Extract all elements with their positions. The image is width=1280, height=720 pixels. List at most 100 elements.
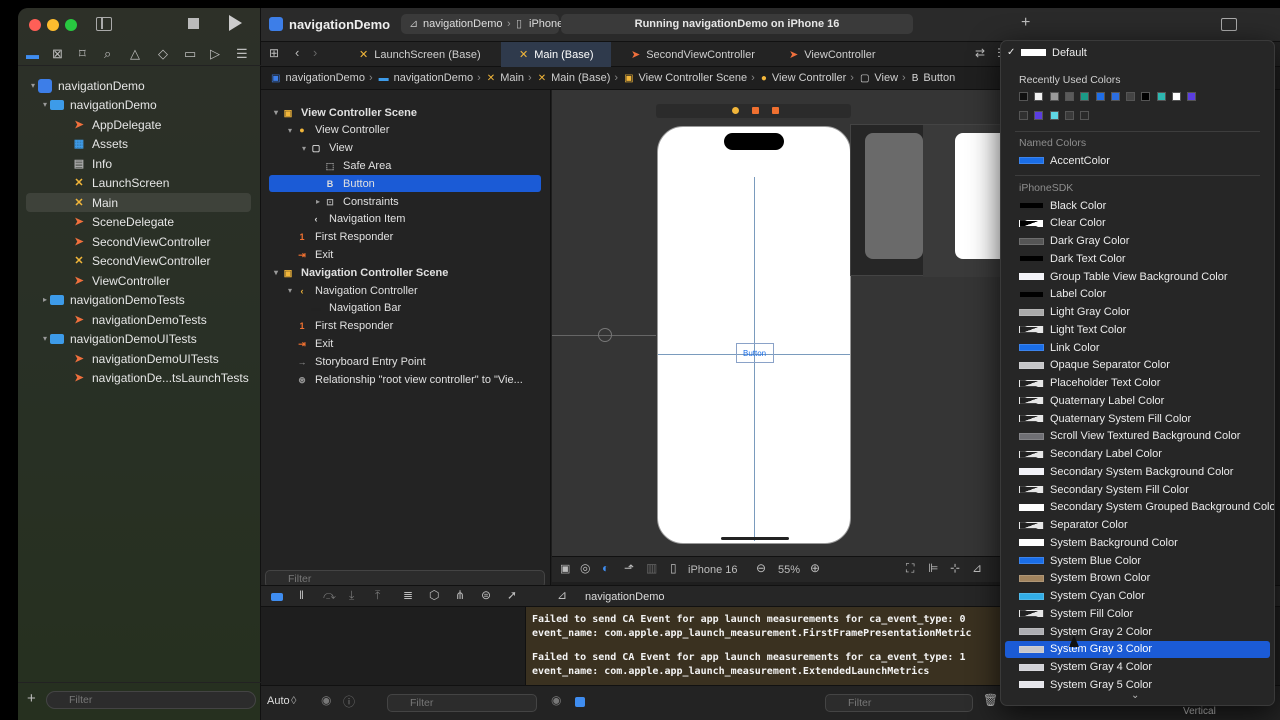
close-window-button[interactable] — [29, 19, 41, 31]
run-icon[interactable] — [229, 15, 242, 31]
navigator-item[interactable]: ▤ Info — [18, 154, 250, 173]
bookmark-icon[interactable]: ⌑ — [79, 46, 86, 62]
navigator-item[interactable]: ✕ Main — [26, 193, 251, 212]
outline-toggle-icon[interactable]: ▣ — [560, 562, 570, 575]
folder-icon[interactable]: ▬ — [26, 47, 39, 62]
jump-bar-item[interactable]: View Controller Scene — [639, 72, 748, 84]
navigator-item[interactable]: ▦ Assets — [18, 134, 250, 153]
recent-color-chip[interactable] — [1156, 92, 1166, 101]
recent-color-chip[interactable] — [1034, 111, 1044, 120]
recent-color-chip[interactable] — [1049, 92, 1059, 101]
color-option-accentcolor[interactable]: AccentColor — [1005, 152, 1270, 169]
zoom-out-icon[interactable]: ⊖ — [756, 561, 766, 575]
color-option[interactable]: Quaternary System Fill Color — [1005, 410, 1270, 427]
disclosure-icon[interactable]: ▾ — [299, 144, 309, 153]
disclosure-icon[interactable]: ▾ — [271, 108, 281, 117]
recent-color-chip[interactable] — [1080, 92, 1090, 101]
device-icon[interactable]: ▯ — [670, 561, 677, 575]
recent-color-chip[interactable] — [1172, 92, 1181, 101]
outline-item[interactable]: ⇥ Exit — [261, 335, 333, 352]
constraints-icon[interactable]: ⊹ — [950, 561, 960, 575]
disclosure-icon[interactable]: ▸ — [313, 197, 323, 206]
navigator-item[interactable]: ▸ navigationDemoTests — [18, 290, 250, 309]
outline-item[interactable]: ▾ ● View Controller — [261, 122, 389, 139]
disclosure-icon[interactable]: ▾ — [28, 81, 38, 90]
auto-selector[interactable]: Auto — [267, 695, 290, 707]
back-icon[interactable]: ‹ — [295, 45, 299, 60]
eye-icon[interactable]: ◉ — [321, 693, 331, 707]
jump-bar-item[interactable]: View — [874, 72, 898, 84]
color-option[interactable]: Link Color — [1005, 339, 1270, 356]
recent-color-chip[interactable] — [1141, 92, 1151, 101]
color-option[interactable]: Group Table View Background Color — [1005, 268, 1270, 285]
outline-item[interactable]: → Storyboard Entry Point — [261, 353, 426, 370]
jump-bar-item[interactable]: Main — [500, 72, 524, 84]
navigator-item[interactable]: ➤ navigationDemoTests — [18, 310, 250, 329]
outline-item[interactable]: ⊛ Relationship "root view controller" to … — [261, 371, 523, 388]
pause-icon[interactable]: ‖ — [299, 588, 304, 602]
outline-item[interactable]: ▾ ‹ Navigation Controller — [261, 282, 418, 299]
view-controller-icon[interactable] — [732, 107, 739, 114]
zoom-window-button[interactable] — [65, 19, 77, 31]
recent-color-chip[interactable] — [1034, 92, 1044, 101]
navigator-item[interactable]: ▾ navigationDemo — [18, 76, 250, 95]
scheme-selector[interactable]: ⊿ navigationDemo › ▯ iPhone 16 — [401, 14, 579, 34]
navigator-item[interactable]: ✕ SecondViewController — [18, 251, 250, 270]
editor-tab[interactable]: ➤ SecondViewController — [613, 42, 771, 67]
scroll-down-icon[interactable]: ⌄ — [1131, 690, 1139, 701]
color-option[interactable]: Opaque Separator Color — [1005, 357, 1270, 374]
debug-icon[interactable]: ▭ — [184, 46, 196, 62]
color-option[interactable]: System Gray 2 Color — [1005, 623, 1270, 640]
editor-tab[interactable]: ✕ LaunchScreen (Base) — [341, 42, 501, 67]
color-option[interactable]: System Gray 3 Color — [1005, 640, 1270, 658]
grid-icon[interactable]: ⊞ — [269, 46, 279, 60]
source-control-icon[interactable]: ⊠ — [52, 46, 63, 62]
add-icon[interactable]: + — [27, 690, 36, 707]
navigator-item[interactable]: ➤ navigationDe...tsLaunchTests — [18, 368, 250, 387]
outline-item[interactable]: ▾ ▢ View — [261, 140, 353, 157]
storyboard-canvas[interactable]: Button — [552, 90, 1019, 568]
device-selector[interactable]: iPhone 16 — [688, 564, 738, 576]
outline-item[interactable]: 1 First Responder — [261, 229, 393, 246]
variables-filter-input[interactable]: Filter — [387, 694, 537, 712]
color-option[interactable]: Label Color — [1005, 286, 1270, 303]
outline-item[interactable]: ‹ Navigation Item — [261, 211, 406, 228]
outline-item[interactable]: ▾ ▣ Navigation Controller Scene — [261, 264, 448, 281]
layout-icon[interactable]: ▥ — [646, 561, 657, 575]
step-out-icon[interactable]: ⤒ — [375, 588, 380, 603]
disclosure-icon[interactable]: ▾ — [40, 334, 50, 343]
color-option[interactable]: Light Text Color — [1005, 321, 1270, 338]
color-option[interactable]: Dark Text Color — [1005, 250, 1270, 267]
stop-icon[interactable] — [188, 18, 199, 29]
eye-icon[interactable]: ◉ — [551, 693, 561, 707]
add-icon[interactable]: + — [1021, 14, 1030, 32]
disclosure-icon[interactable]: ▾ — [285, 286, 295, 295]
disclosure-icon[interactable]: ▾ — [285, 126, 295, 135]
recent-color-chip[interactable] — [1019, 111, 1028, 120]
navigator-item[interactable]: ➤ SecondViewController — [18, 232, 250, 251]
editor-tab[interactable]: ➤ ViewController — [771, 42, 901, 67]
jump-bar-item[interactable]: navigationDemo — [394, 72, 474, 84]
minimize-window-button[interactable] — [47, 19, 59, 31]
color-option[interactable]: Quaternary Label Color — [1005, 392, 1270, 409]
selected-button[interactable]: Button — [736, 343, 774, 363]
jump-bar-item[interactable]: navigationDemo — [285, 72, 365, 84]
recent-color-chip[interactable] — [1064, 92, 1074, 101]
navigator-item[interactable]: ➤ SceneDelegate — [18, 212, 250, 231]
step-into-icon[interactable]: ⤓ — [349, 588, 354, 603]
navigator-item[interactable]: ➤ AppDelegate — [18, 115, 250, 134]
recent-color-chip[interactable] — [1064, 111, 1074, 120]
jump-bar-item[interactable]: View Controller — [772, 72, 846, 84]
disclosure-icon[interactable]: ▸ — [40, 295, 50, 304]
color-option[interactable]: Black Color — [1005, 197, 1270, 214]
color-option[interactable]: Placeholder Text Color — [1005, 375, 1270, 392]
console-filter-input[interactable]: Filter — [825, 694, 973, 712]
navigator-item[interactable]: ➤ ViewController — [18, 271, 250, 290]
color-option[interactable]: System Fill Color — [1005, 605, 1270, 622]
color-option[interactable]: Clear Color — [1005, 215, 1270, 232]
color-option[interactable]: Secondary System Background Color — [1005, 463, 1270, 480]
outline-item[interactable]: ⬚ Safe Area — [261, 157, 392, 174]
navigator-item[interactable]: ▾ navigationDemoUITests — [18, 329, 250, 348]
color-option[interactable]: System Background Color — [1005, 534, 1270, 551]
color-option[interactable]: Secondary System Grouped Background Colo… — [1005, 499, 1274, 516]
